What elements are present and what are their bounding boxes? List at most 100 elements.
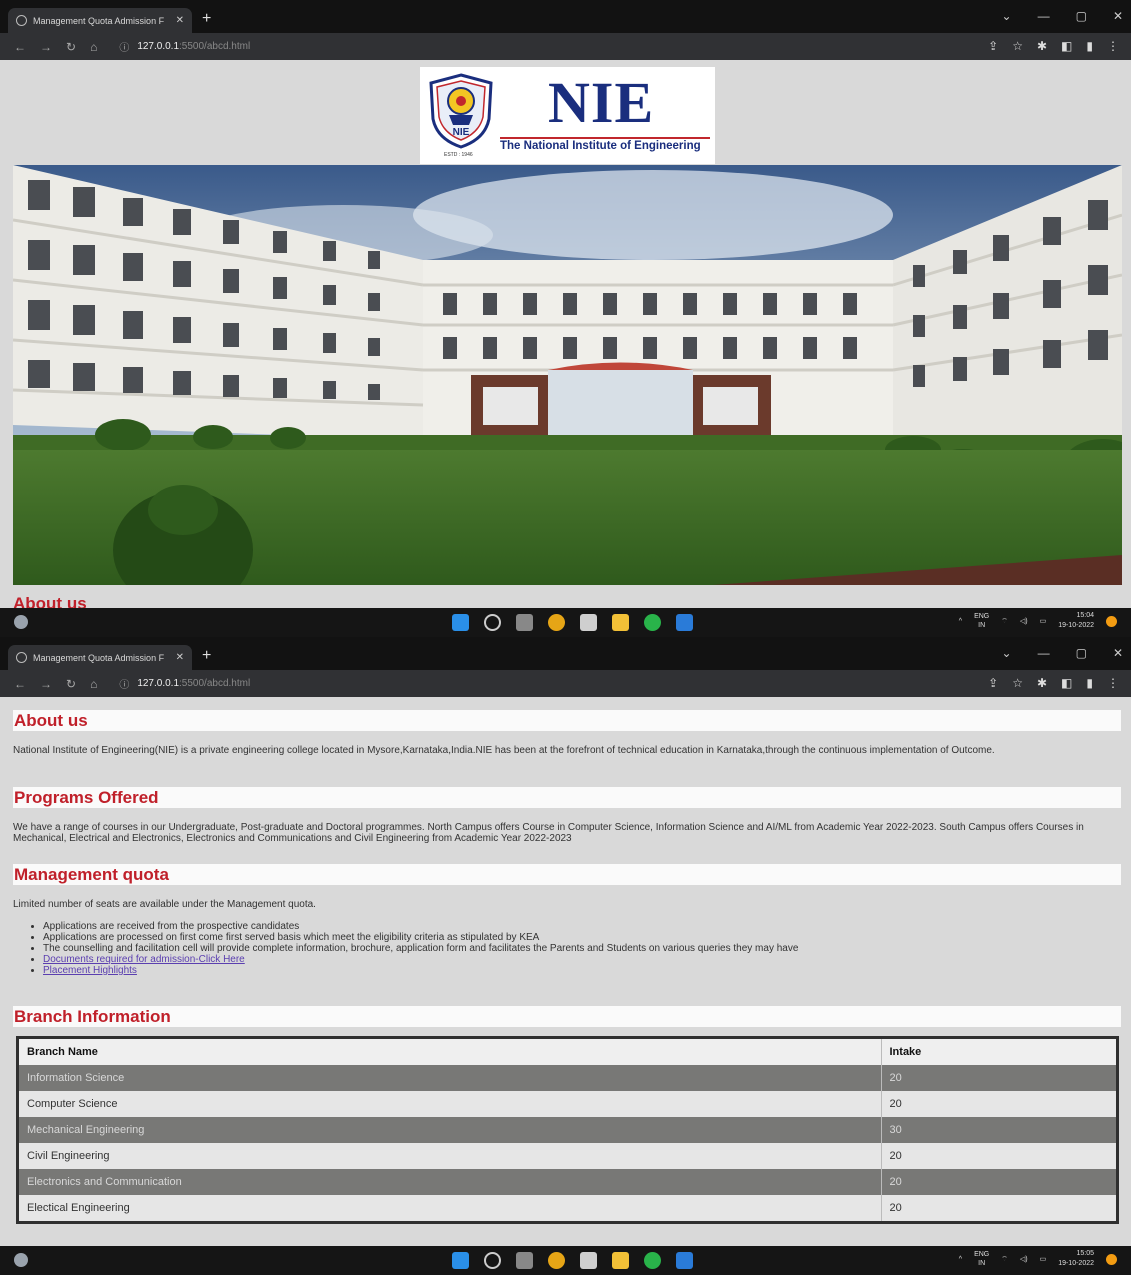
close-window-icon[interactable]: ✕ <box>1113 646 1123 660</box>
wifi-icon[interactable]: ⌔ <box>1001 617 1008 626</box>
browser-tab-bar: Management Quota Admission F ✕ + ⌄ — ▢ ✕ <box>0 637 1131 670</box>
calendar-icon[interactable] <box>580 1252 597 1269</box>
volume-icon[interactable]: ◁) <box>1020 1255 1028 1263</box>
forward-icon[interactable]: → <box>40 40 52 54</box>
share-icon[interactable]: ⇪ <box>988 676 998 690</box>
table-row: Information Science 20 <box>19 1065 1116 1091</box>
url-path: :5500/abcd.html <box>179 41 251 52</box>
toolbar-icons: ⇪ ☆ ✱ ◧ ▮ ⋮ <box>988 676 1119 690</box>
battery-icon[interactable]: ▭ <box>1040 1255 1047 1263</box>
extensions-icon[interactable]: ✱ <box>1037 676 1047 690</box>
campus-photo <box>13 165 1122 585</box>
home-icon[interactable]: ⌂ <box>90 40 97 54</box>
minimize-icon[interactable]: — <box>1038 646 1050 660</box>
maximize-icon[interactable]: ▢ <box>1076 646 1087 660</box>
share-icon[interactable]: ⇪ <box>988 39 998 53</box>
whatsapp-icon[interactable] <box>644 614 661 631</box>
vscode-icon[interactable] <box>676 614 693 631</box>
screenshot-content: Management Quota Admission F ✕ + ⌄ — ▢ ✕… <box>0 637 1131 1275</box>
browser-tab[interactable]: Management Quota Admission F ✕ <box>8 8 192 33</box>
about-us-heading-partial: About us <box>13 594 87 608</box>
logo-name: NIE <box>548 70 655 135</box>
wifi-icon[interactable]: ⌔ <box>1001 1255 1008 1264</box>
sidebar-icon[interactable]: ◧ <box>1061 676 1072 690</box>
menu-icon[interactable]: ⋮ <box>1107 676 1119 690</box>
intake-cell: 20 <box>881 1091 1116 1117</box>
whatsapp-icon[interactable] <box>644 1252 661 1269</box>
minimize-icon[interactable]: — <box>1038 9 1050 23</box>
table-row: Electical Engineering 20 <box>19 1195 1116 1221</box>
branch-name-cell: Computer Science <box>19 1091 882 1117</box>
maximize-icon[interactable]: ▢ <box>1076 9 1087 23</box>
menu-icon[interactable]: ⋮ <box>1107 39 1119 53</box>
chevron-up-icon[interactable]: ^ <box>959 1256 962 1263</box>
weather-icon[interactable] <box>14 1253 28 1267</box>
clock[interactable]: 15:04 19-10-2022 <box>1058 611 1094 631</box>
home-icon[interactable]: ⌂ <box>90 677 97 691</box>
file-explorer-icon[interactable] <box>612 1252 629 1269</box>
file-explorer-icon[interactable] <box>612 614 629 631</box>
info-icon[interactable]: ⓘ <box>119 676 129 691</box>
back-icon[interactable]: ← <box>14 40 26 54</box>
url-field[interactable]: ⓘ 127.0.0.1:5500/abcd.html <box>119 39 250 54</box>
sidebar-icon[interactable]: ◧ <box>1061 39 1072 53</box>
weather-icon[interactable] <box>14 615 28 629</box>
reload-icon[interactable]: ↻ <box>66 677 76 691</box>
info-icon[interactable]: ⓘ <box>119 39 129 54</box>
vscode-icon[interactable] <box>676 1252 693 1269</box>
search-icon[interactable] <box>484 614 501 631</box>
new-tab-icon[interactable]: + <box>202 10 211 28</box>
bookmark-star-icon[interactable]: ☆ <box>1012 39 1023 53</box>
close-tab-icon[interactable]: ✕ <box>176 15 184 26</box>
notification-icon[interactable] <box>1106 1253 1117 1265</box>
task-view-icon[interactable] <box>516 614 533 631</box>
quota-list: Applications are received from the prosp… <box>43 921 1121 976</box>
lang-bottom: IN <box>978 1260 986 1267</box>
windows-start-icon[interactable] <box>452 1252 469 1269</box>
toolbar-icons: ⇪ ☆ ✱ ◧ ▮ ⋮ <box>988 39 1119 53</box>
volume-icon[interactable]: ◁) <box>1020 617 1028 625</box>
language-indicator[interactable]: ENG IN <box>974 612 989 630</box>
table-row: Civil Engineering 20 <box>19 1143 1116 1169</box>
extensions-icon[interactable]: ✱ <box>1037 39 1047 53</box>
calendar-icon[interactable] <box>580 614 597 631</box>
table-row: Computer Science 20 <box>19 1091 1116 1117</box>
forward-icon[interactable]: → <box>40 677 52 691</box>
back-icon[interactable]: ← <box>14 677 26 691</box>
lang-top: ENG <box>974 1251 990 1258</box>
url-host: 127.0.0.1 <box>137 678 180 689</box>
new-tab-icon[interactable]: + <box>202 647 211 665</box>
taskbar: ^ ENG IN ⌔ ◁) ▭ 15:05 19-10-2022 <box>0 1246 1131 1275</box>
chrome-icon[interactable] <box>548 1252 565 1269</box>
chevron-down-icon[interactable]: ⌄ <box>1002 646 1012 660</box>
intake-cell: 20 <box>881 1143 1116 1169</box>
notification-icon[interactable] <box>1106 615 1117 627</box>
address-bar: ← → ↻ ⌂ ⓘ 127.0.0.1:5500/abcd.html ⇪ ☆ ✱… <box>0 33 1131 60</box>
bookmark-star-icon[interactable]: ☆ <box>1012 676 1023 690</box>
url-field[interactable]: ⓘ 127.0.0.1:5500/abcd.html <box>119 676 250 691</box>
chevron-up-icon[interactable]: ^ <box>959 618 962 625</box>
list-item: Documents required for admission-Click H… <box>43 954 1121 965</box>
browser-tab[interactable]: Management Quota Admission F ✕ <box>8 645 192 670</box>
profile-icon[interactable]: ▮ <box>1086 676 1093 690</box>
branch-name-header: Branch Name <box>19 1039 882 1065</box>
battery-icon[interactable]: ▭ <box>1040 617 1047 625</box>
close-tab-icon[interactable]: ✕ <box>176 652 184 663</box>
clock[interactable]: 15:05 19-10-2022 <box>1058 1249 1094 1269</box>
branch-name-cell: Information Science <box>19 1065 882 1091</box>
close-window-icon[interactable]: ✕ <box>1113 9 1123 23</box>
profile-icon[interactable]: ▮ <box>1086 39 1093 53</box>
college-logo: NIE ESTD : 1946 NIE The National Institu… <box>420 67 715 164</box>
documents-required-link[interactable]: Documents required for admission-Click H… <box>43 954 245 965</box>
chrome-icon[interactable] <box>548 614 565 631</box>
lang-top: ENG <box>974 613 990 620</box>
table-header-row: Branch Name Intake <box>19 1039 1116 1065</box>
task-view-icon[interactable] <box>516 1252 533 1269</box>
placement-highlights-link[interactable]: Placement Highlights <box>43 965 137 976</box>
search-icon[interactable] <box>484 1252 501 1269</box>
windows-start-icon[interactable] <box>452 614 469 631</box>
chevron-down-icon[interactable]: ⌄ <box>1002 9 1012 23</box>
list-item: Applications are processed on first come… <box>43 932 1121 943</box>
language-indicator[interactable]: ENG IN <box>974 1250 989 1268</box>
reload-icon[interactable]: ↻ <box>66 40 76 54</box>
